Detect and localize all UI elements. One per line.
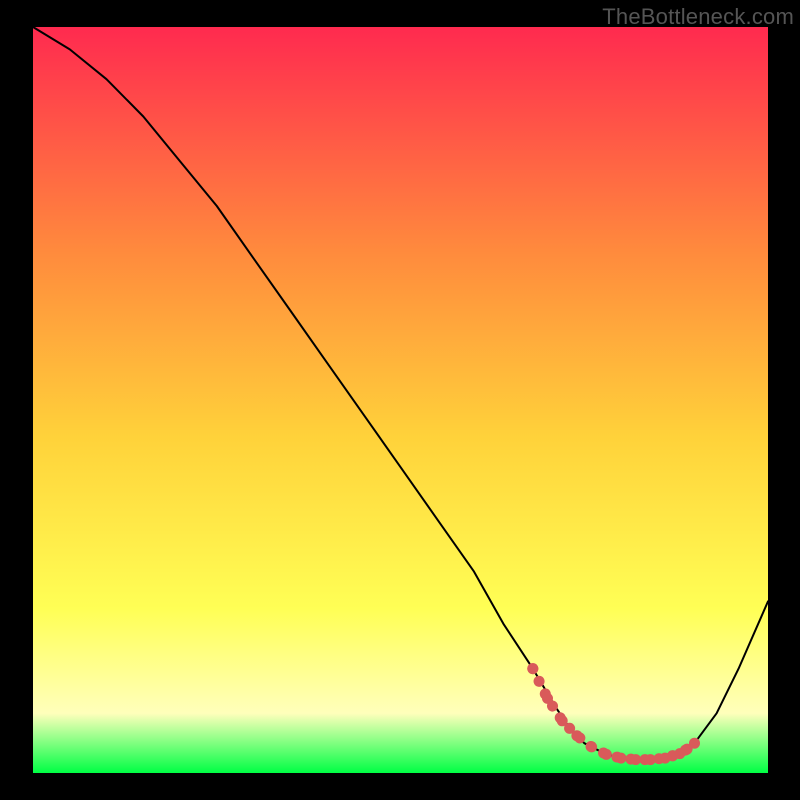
highlight-marker-dot [616, 753, 627, 764]
plot-background [33, 27, 768, 773]
highlight-marker-dot [586, 741, 597, 752]
watermark-label: TheBottleneck.com [602, 4, 794, 30]
highlight-marker-dot [630, 754, 641, 765]
highlight-marker-dot [542, 693, 553, 704]
bottleneck-chart [0, 0, 800, 800]
highlight-marker-dot [645, 754, 656, 765]
highlight-marker-dot [601, 749, 612, 760]
highlight-marker-dot [527, 663, 538, 674]
highlight-marker-dot [571, 730, 582, 741]
highlight-marker-dot [557, 715, 568, 726]
highlight-marker-dot [689, 738, 700, 749]
chart-canvas: TheBottleneck.com [0, 0, 800, 800]
